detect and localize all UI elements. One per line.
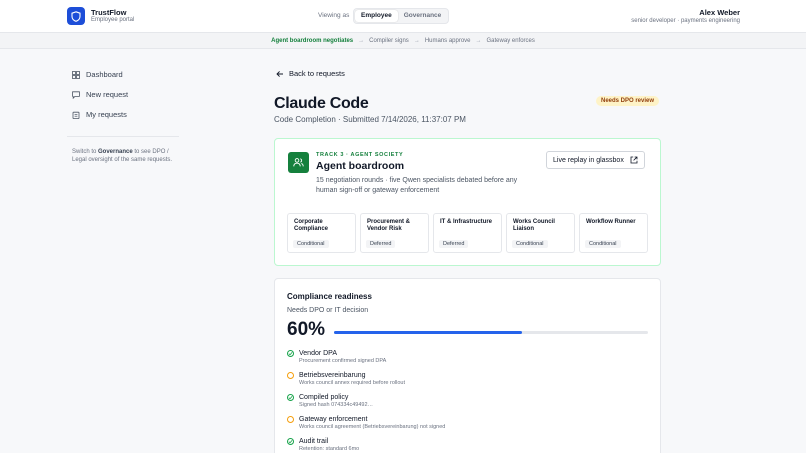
reviewer-card: Corporate Compliance Conditional xyxy=(287,213,356,253)
shield-logo-icon xyxy=(67,7,85,25)
checklist-item-name: Betriebsvereinbarung xyxy=(299,372,366,379)
user-role: senior developer · payments engineering xyxy=(631,18,740,24)
reviewer-list: Corporate Compliance Conditional Procure… xyxy=(287,213,648,253)
checklist-item-note: Works council agreement (Betriebsvereinb… xyxy=(299,424,446,430)
reviewer-status: Deferred xyxy=(366,240,396,248)
back-to-requests-link[interactable]: Back to requests xyxy=(276,69,345,78)
message-icon xyxy=(72,90,80,99)
arrow-right-icon: → xyxy=(413,37,420,44)
sidebar-item-dashboard[interactable]: Dashboard xyxy=(72,70,123,79)
compliance-subtitle: Needs DPO or IT decision xyxy=(287,307,369,314)
role-switcher: Employee Governance xyxy=(353,8,450,24)
pending-circle-icon xyxy=(287,372,294,379)
workflow-breadcrumb: Agent boardroom negotiates → Compiler si… xyxy=(0,33,806,49)
page-title: Claude Code xyxy=(274,95,369,112)
users-icon xyxy=(288,152,309,173)
governance-link[interactable]: Governance xyxy=(98,149,133,155)
track-description: 15 negotiation rounds · five Qwen specia… xyxy=(316,177,518,194)
reviewer-name: Procurement & Vendor Risk xyxy=(367,219,411,232)
reviewer-card: Works Council Liaison Conditional xyxy=(506,213,575,253)
sidebar-governance-note: Switch to Governance to see DPO / Legal … xyxy=(72,149,173,163)
reviewer-name: Workflow Runner xyxy=(586,219,636,225)
reviewer-card: IT & Infrastructure Deferred xyxy=(433,213,502,253)
compliance-percent: 60% xyxy=(287,319,326,340)
reviewer-card: Procurement & Vendor Risk Deferred xyxy=(360,213,429,253)
check-circle-icon xyxy=(287,350,294,357)
breadcrumb-step: Compiler signs xyxy=(369,37,409,44)
top-header: TrustFlow Employee portal Viewing as Emp… xyxy=(0,0,806,33)
checklist-item: Betriebsvereinbarung Works council annex … xyxy=(287,371,445,393)
dashboard-icon xyxy=(72,70,80,79)
progress-bar xyxy=(334,331,648,334)
breadcrumb-step: Humans approve xyxy=(424,37,471,44)
sidebar-item-my-requests[interactable]: My requests xyxy=(72,110,127,119)
track-eyebrow: TRACK 3 · AGENT SOCIETY xyxy=(316,152,404,158)
progress-bar-fill xyxy=(334,331,523,334)
reviewer-name: IT & Infrastructure xyxy=(440,219,493,225)
sidebar-item-new-request[interactable]: New request xyxy=(72,90,128,99)
track-name: Agent boardroom xyxy=(316,160,405,172)
checklist-item: Audit trail Retention: standard 6mo xyxy=(287,437,445,453)
reviewer-status: Deferred xyxy=(439,240,469,248)
compliance-checklist: Vendor DPA Procurement confirmed signed D… xyxy=(287,349,445,453)
brand-subtitle: Employee portal xyxy=(91,17,135,23)
checklist-item-note: Signed hash 074334c49492… xyxy=(299,402,374,408)
compliance-card: Compliance readiness Needs DPO or IT dec… xyxy=(274,278,661,453)
checklist-item: Vendor DPA Procurement confirmed signed D… xyxy=(287,349,445,371)
user-name: Alex Weber xyxy=(699,8,740,17)
clipboard-icon xyxy=(72,111,80,119)
arrow-right-icon: → xyxy=(475,37,482,44)
breadcrumb-step: Agent boardroom negotiates xyxy=(271,37,354,44)
pending-circle-icon xyxy=(287,416,294,423)
checklist-item: Compiled policy Signed hash 074334c49492… xyxy=(287,393,445,415)
sidebar-item-label: My requests xyxy=(86,110,127,119)
sidebar-item-label: New request xyxy=(86,90,129,99)
check-circle-icon xyxy=(287,438,294,445)
checklist-item-name: Compiled policy xyxy=(299,394,349,401)
reviewer-status: Conditional xyxy=(512,240,548,248)
reviewer-status: Conditional xyxy=(585,240,621,248)
checklist-item-name: Vendor DPA xyxy=(299,350,338,357)
checklist-item-name: Audit trail xyxy=(299,438,329,445)
page-subtitle: Code Completion · Submitted 7/14/2026, 1… xyxy=(274,115,466,124)
checklist-item-note: Procurement confirmed signed DPA xyxy=(299,358,387,364)
live-replay-button[interactable]: Live replay in glassbox xyxy=(546,151,645,169)
breadcrumb-step: Gateway enforces xyxy=(486,37,535,44)
checklist-item-note: Works council annex required before roll… xyxy=(299,380,405,386)
checklist-item: Gateway enforcement Works council agreeme… xyxy=(287,415,445,437)
status-badge: Needs DPO review xyxy=(596,96,660,106)
reviewer-name: Corporate Compliance xyxy=(294,219,329,232)
role-employee-button[interactable]: Employee xyxy=(355,10,398,22)
viewing-as-label: Viewing as xyxy=(318,12,350,19)
arrow-left-icon xyxy=(276,70,283,77)
arrow-right-icon: → xyxy=(358,37,365,44)
checklist-item-note: Retention: standard 6mo xyxy=(299,446,360,452)
reviewer-status: Conditional xyxy=(293,240,329,248)
sidebar-item-label: Dashboard xyxy=(86,70,123,79)
checklist-item-name: Gateway enforcement xyxy=(299,416,368,423)
role-governance-button[interactable]: Governance xyxy=(398,10,448,22)
check-circle-icon xyxy=(287,394,294,401)
reviewer-name: Works Council Liaison xyxy=(513,219,555,232)
external-link-icon xyxy=(630,156,638,164)
brand-name: TrustFlow xyxy=(91,8,127,17)
track-card: TRACK 3 · AGENT SOCIETY Agent boardroom … xyxy=(274,138,661,266)
compliance-title: Compliance readiness xyxy=(287,292,372,301)
sidebar-divider xyxy=(67,136,179,137)
reviewer-card: Workflow Runner Conditional xyxy=(579,213,648,253)
